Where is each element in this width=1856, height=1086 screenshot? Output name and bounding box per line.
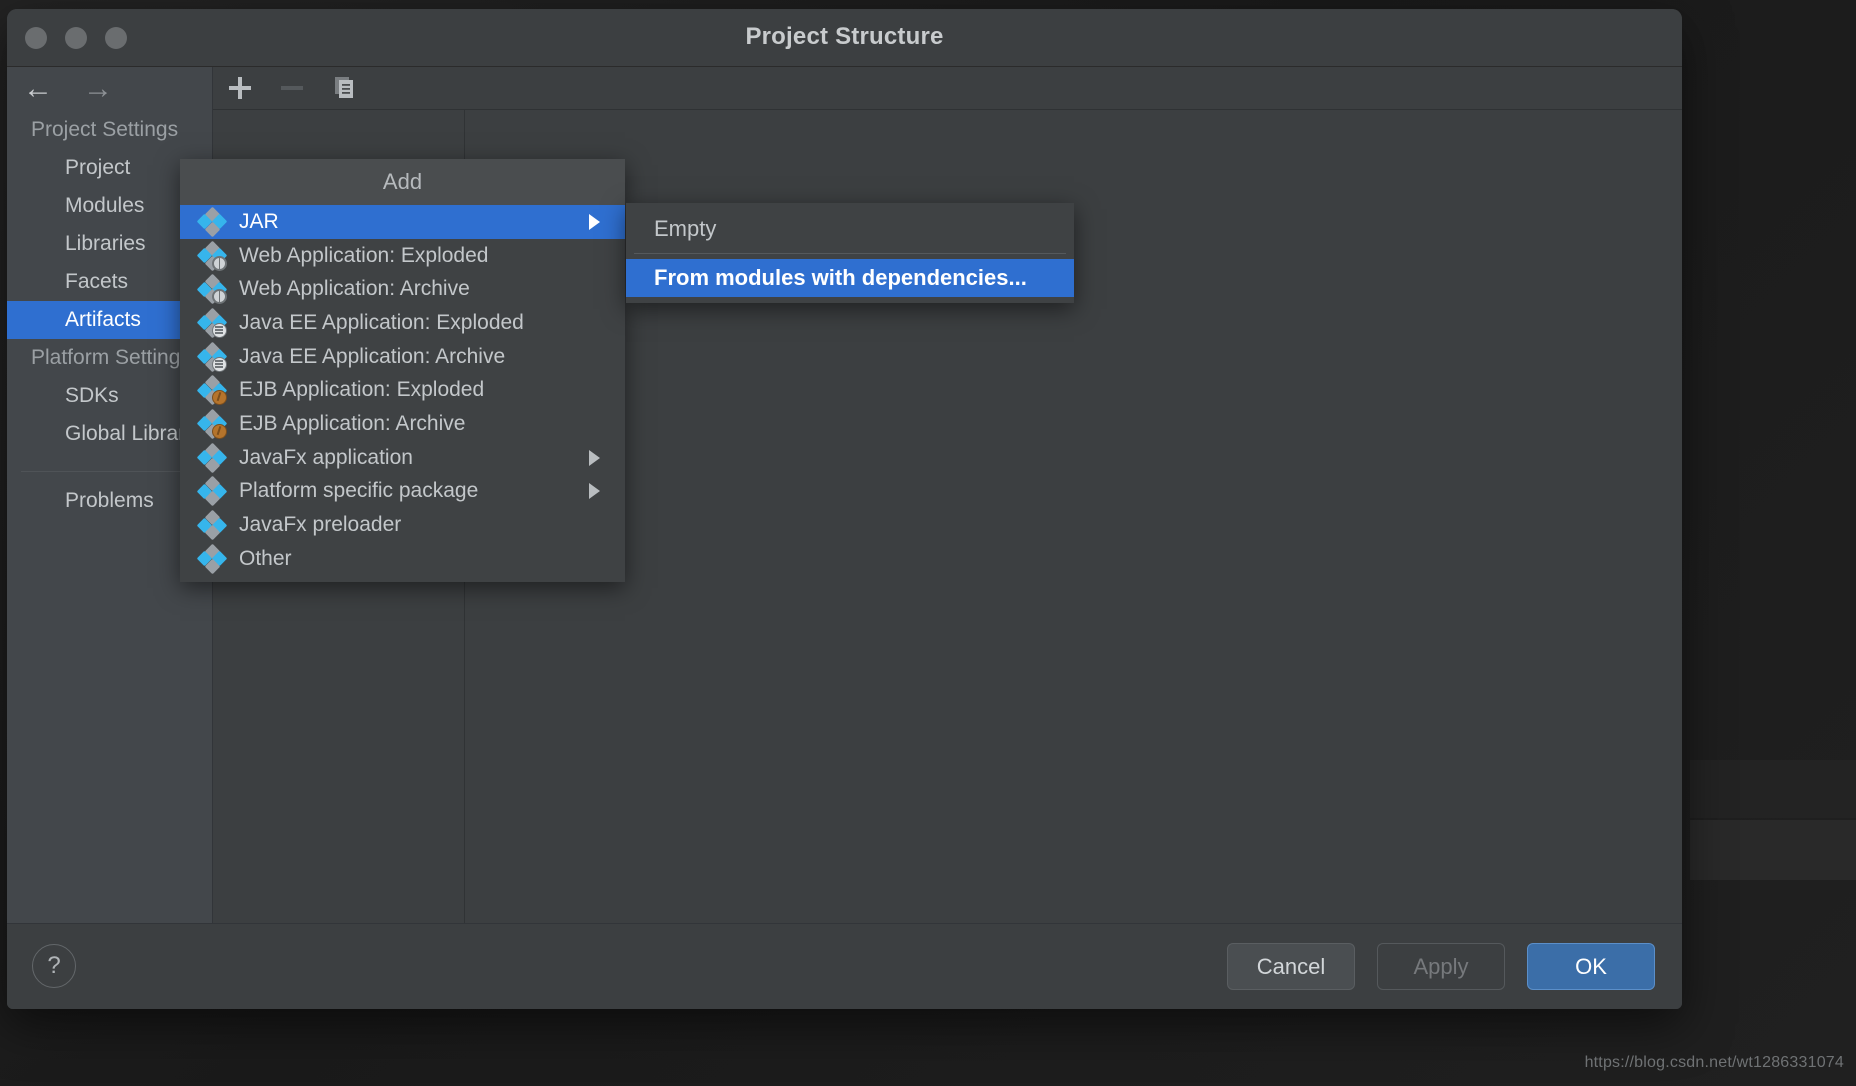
menu-item-label: EJB Application: Archive — [239, 412, 465, 436]
menu-item-label: JavaFx preloader — [239, 513, 401, 537]
menu-item-label: JavaFx application — [239, 446, 413, 470]
apply-button[interactable]: Apply — [1377, 943, 1505, 990]
copy-icon[interactable] — [331, 75, 357, 101]
chevron-right-icon — [589, 483, 600, 499]
artifact-javaee-icon — [199, 344, 225, 370]
desktop-background-panel-upper — [1690, 760, 1856, 818]
submenu-item-empty[interactable]: Empty — [626, 210, 1074, 248]
menu-item-java-ee-application-archive[interactable]: Java EE Application: Archive — [180, 340, 625, 374]
add-artifact-menu: Add JAR Web Application: Exploded — [180, 159, 625, 582]
menu-item-web-application-exploded[interactable]: Web Application: Exploded — [180, 239, 625, 273]
sidebar-divider — [21, 471, 198, 472]
menu-item-web-application-archive[interactable]: Web Application: Archive — [180, 272, 625, 306]
menu-item-platform-specific-package[interactable]: Platform specific package — [180, 475, 625, 509]
artifact-platform-icon — [199, 478, 225, 504]
menu-item-label: Other — [239, 547, 292, 571]
artifact-web-icon — [199, 243, 225, 269]
menu-item-javafx-preloader[interactable]: JavaFx preloader — [180, 508, 625, 542]
artifact-other-icon — [199, 546, 225, 572]
sidebar-nav-row: ← → — [7, 67, 212, 111]
artifact-jar-icon — [199, 209, 225, 235]
artifact-web-icon — [199, 276, 225, 302]
artifact-ejb-icon — [199, 377, 225, 403]
menu-item-java-ee-application-exploded[interactable]: Java EE Application: Exploded — [180, 306, 625, 340]
chevron-right-icon — [589, 450, 600, 466]
ok-button[interactable]: OK — [1527, 943, 1655, 990]
help-button[interactable]: ? — [32, 944, 76, 988]
artifact-javafx-icon — [199, 512, 225, 538]
menu-item-jar[interactable]: JAR — [180, 205, 625, 239]
menu-item-label: Java EE Application: Archive — [239, 345, 505, 369]
add-menu-header: Add — [180, 159, 625, 205]
menu-item-javafx-application[interactable]: JavaFx application — [180, 441, 625, 475]
window-titlebar: Project Structure — [7, 9, 1682, 67]
menu-item-label: Web Application: Exploded — [239, 244, 488, 268]
jar-submenu: Empty From modules with dependencies... — [626, 203, 1074, 303]
menu-item-label: Java EE Application: Exploded — [239, 311, 524, 335]
back-arrow-icon[interactable]: ← — [23, 74, 53, 104]
menu-item-label: Web Application: Archive — [239, 277, 470, 301]
submenu-item-from-modules-with-dependencies[interactable]: From modules with dependencies... — [626, 259, 1074, 297]
cancel-button[interactable]: Cancel — [1227, 943, 1355, 990]
menu-item-ejb-application-archive[interactable]: EJB Application: Archive — [180, 407, 625, 441]
watermark-text: https://blog.csdn.net/wt1286331074 — [1585, 1054, 1844, 1072]
dialog-footer: ? Cancel Apply OK — [7, 923, 1682, 1009]
dialog-button-row: Cancel Apply OK — [1227, 943, 1655, 990]
artifact-ejb-icon — [199, 411, 225, 437]
menu-item-label: Platform specific package — [239, 479, 478, 503]
submenu-divider — [634, 253, 1066, 254]
artifact-javafx-icon — [199, 445, 225, 471]
menu-item-ejb-application-exploded[interactable]: EJB Application: Exploded — [180, 373, 625, 407]
menu-item-label: EJB Application: Exploded — [239, 378, 484, 402]
minus-icon[interactable] — [279, 75, 305, 101]
artifacts-toolbar — [213, 67, 1682, 110]
plus-icon[interactable] — [227, 75, 253, 101]
chevron-right-icon — [589, 214, 600, 230]
sidebar-group-project-settings: Project Settings — [7, 111, 212, 149]
window-body: ← → Project Settings Project Modules Lib… — [7, 67, 1682, 923]
window-title: Project Structure — [7, 23, 1682, 51]
desktop-background-panel-lower — [1690, 820, 1856, 880]
forward-arrow-icon[interactable]: → — [83, 74, 113, 104]
project-structure-window: Project Structure ← → Project Settings P… — [7, 9, 1682, 1009]
menu-item-other[interactable]: Other — [180, 542, 625, 576]
menu-item-label: JAR — [239, 210, 279, 234]
artifact-javaee-icon — [199, 310, 225, 336]
